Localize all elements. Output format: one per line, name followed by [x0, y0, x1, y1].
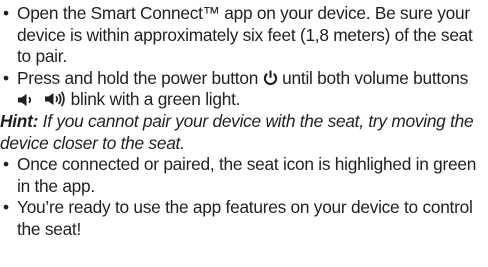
hint-label: Hint:: [0, 110, 39, 131]
step-connected-text: Once connected or paired, the seat icon …: [17, 154, 477, 196]
bullet: •: [3, 197, 9, 218]
step-press-power-text-1: Press and hold the power button: [17, 67, 263, 88]
step-press-power-text-3: blink with a green light.: [66, 89, 241, 110]
step-open-app: • Open the Smart Connect™ app on your de…: [0, 3, 486, 68]
bullet: •: [3, 154, 9, 175]
instructions-document: • Open the Smart Connect™ app on your de…: [0, 3, 486, 241]
bullet: •: [3, 67, 9, 88]
bullet: •: [3, 3, 9, 23]
step-connected: • Once connected or paired, the seat ico…: [0, 154, 486, 197]
step-ready: • You’re ready to use the app features o…: [0, 197, 486, 240]
step-press-power: • Press and hold the power button until …: [0, 68, 486, 111]
step-press-power-text-2: until both volume buttons: [277, 67, 469, 88]
hint: Hint: If you cannot pair your device wit…: [0, 111, 486, 154]
hint-text: If you cannot pair your device with the …: [0, 110, 474, 153]
volume-down-icon: [17, 93, 35, 107]
step-ready-text: You’re ready to use the app features on …: [17, 197, 473, 239]
power-icon: [263, 70, 278, 86]
step-open-app-text: Open the Smart Connect™ app on your devi…: [17, 3, 473, 67]
volume-up-icon: [44, 91, 66, 107]
